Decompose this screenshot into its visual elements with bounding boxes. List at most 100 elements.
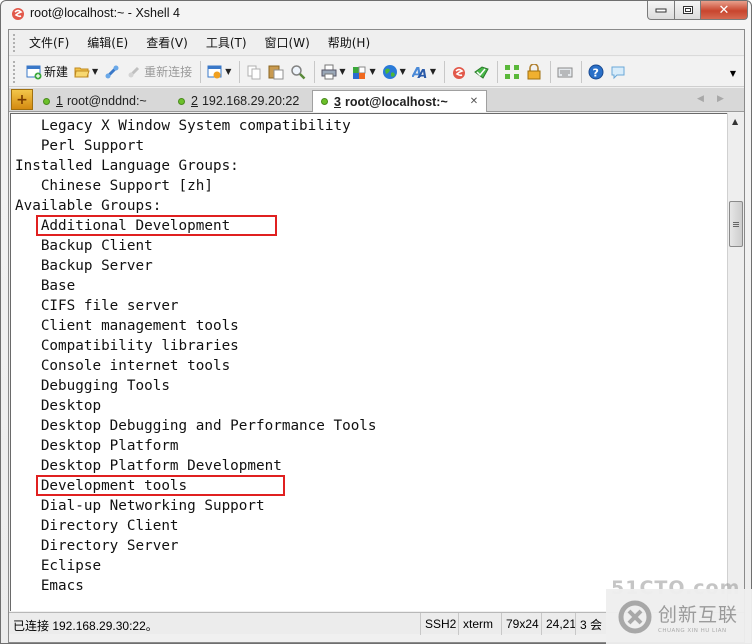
menu-window[interactable]: 窗口(W) [265,34,310,51]
minimize-button[interactable] [647,1,675,20]
transfer-button[interactable]: ▼ [352,61,376,83]
terminal-line: Legacy X Window System compatibility [15,118,351,134]
tab-session-3[interactable]: 3 root@localhost:~ ✕ [312,90,488,112]
toolbar-overflow-icon[interactable]: ▼ [730,69,736,78]
session-tab-bar: + 1 root@nddnd:~ 2 192.168.29.20:22 3 ro… [9,88,744,112]
terminal-line: Console internet tools [15,358,231,374]
help-button[interactable]: ? [588,61,604,83]
connection-status-icon [178,97,185,105]
copy-icon [247,65,261,79]
chat-button[interactable] [610,61,626,83]
terminal-line: Debugging Tools [15,378,170,394]
brand-name-cn: 创新互联 [658,603,739,626]
copy-button[interactable] [246,61,262,83]
menu-view[interactable]: 查看(V) [146,34,188,51]
svg-text:A: A [417,67,427,80]
highlight-annotation-box [36,475,285,496]
session-count-status: 3 会 [575,613,606,635]
menu-grip[interactable] [13,34,16,52]
add-session-button[interactable]: + [11,89,33,110]
xftp-button[interactable] [473,61,489,83]
close-button[interactable]: ✕ [701,1,748,20]
terminal-line: Available Groups: [15,198,162,214]
connection-status-text: 已连接 192.168.29.30:22。 [13,619,158,633]
reconnect-button[interactable]: 重新连接 [126,61,192,83]
reconnect-icon [128,66,140,77]
font-button[interactable]: AA ▼ [412,61,436,83]
toolbar-separator [200,60,202,83]
title-bar[interactable]: root@localhost:~ - Xshell 4 ✕ [1,1,751,29]
menu-edit[interactable]: 编辑(E) [87,34,128,51]
chevron-down-icon: ▼ [429,67,436,76]
protocol-status: SSH2 [420,613,460,635]
connection-status-icon [321,98,328,105]
keyboard-button[interactable] [557,61,573,83]
window-controls: ✕ [647,1,748,20]
new-session-label: 新建 [44,65,69,79]
connect-button[interactable] [104,61,120,83]
scrollbar-thumb[interactable] [729,201,743,247]
xshell-button[interactable] [451,61,467,83]
terminal-line: Directory Client [15,518,179,534]
lock-icon [527,63,541,79]
print-button[interactable]: ▼ [321,61,346,83]
maximize-icon [682,6,693,14]
toolbar-separator [549,60,551,83]
toolbar-separator [443,60,445,83]
find-button[interactable] [290,61,306,83]
tab-scroll-left-icon[interactable]: ◀ [697,94,704,104]
tab-number: 2 [191,94,198,108]
xshell-icon [452,66,465,79]
brand-watermark: 创新互联 CHUANG XIN HU LIAN [606,589,752,644]
terminal-line: CIFS file server [15,298,179,314]
globe-icon [382,64,397,79]
paste-button[interactable] [268,61,284,83]
tab-session-1[interactable]: 1 root@nddnd:~ [43,90,147,112]
terminal-line: Installed Language Groups: [15,158,239,174]
open-button[interactable]: ▼ [74,61,98,83]
tab-label: root@nddnd:~ [66,94,147,108]
plus-icon: + [16,91,28,108]
terminal-line: Desktop Platform Development [15,458,282,474]
tab-session-2[interactable]: 2 192.168.29.20:22 [178,90,299,112]
scroll-up-icon[interactable]: ▲ [732,117,738,126]
brand-name-en: CHUANG XIN HU LIAN [658,627,727,634]
maximize-button[interactable] [675,1,701,20]
menu-file[interactable]: 文件(F) [29,34,69,51]
connect-icon [105,65,119,78]
terminal-line: Eclipse [15,558,102,574]
toolbar-grip[interactable] [13,61,16,83]
menu-help[interactable]: 帮助(H) [328,34,370,51]
terminal-line: Dial-up Networking Support [15,498,265,514]
close-tab-icon[interactable]: ✕ [470,96,478,107]
menu-tools[interactable]: 工具(T) [206,34,247,51]
tab-scroll-right-icon[interactable]: ▶ [717,94,724,104]
window-title: root@localhost:~ - Xshell 4 [30,6,180,20]
lock-button[interactable] [526,61,542,83]
menu-bar: 文件(F) 编辑(E) 查看(V) 工具(T) 窗口(W) 帮助(H) [9,30,744,56]
toolbar-separator [239,60,241,83]
toolbar-separator [496,60,498,83]
terminal-output[interactable]: Legacy X Window System compatibility Per… [10,113,727,611]
globe-button[interactable]: ▼ [382,61,406,83]
close-icon: ✕ [718,2,730,18]
terminal-scrollbar[interactable]: ▲ [727,113,744,611]
terminal-line: Client management tools [15,318,239,334]
terminal-line: Desktop Debugging and Performance Tools [15,418,377,434]
properties-button[interactable]: ▼ [207,61,231,83]
toolbar: 新建 ▼ 重新连接 ▼ ▼ ▼ ▼ A A ▼ ? ▼ [9,57,744,87]
brand-logo-icon [618,600,652,633]
fullscreen-icon [504,64,519,79]
terminal-line: Emacs [15,578,84,594]
terminal-line: Backup Client [15,238,153,254]
help-icon: ? [588,64,604,79]
tab-number: 3 [334,94,341,109]
terminal-line: Perl Support [15,138,145,154]
client-area: 文件(F) 编辑(E) 查看(V) 工具(T) 窗口(W) 帮助(H) 新建 ▼… [8,29,745,643]
paste-icon [268,65,284,79]
xshell-window: root@localhost:~ - Xshell 4 ✕ 文件(F) 编辑(E… [0,0,752,644]
fullscreen-button[interactable] [504,61,520,83]
chevron-down-icon: ▼ [92,67,99,76]
terminal-line: Compatibility libraries [15,338,239,354]
new-session-button[interactable]: 新建 [26,61,68,83]
